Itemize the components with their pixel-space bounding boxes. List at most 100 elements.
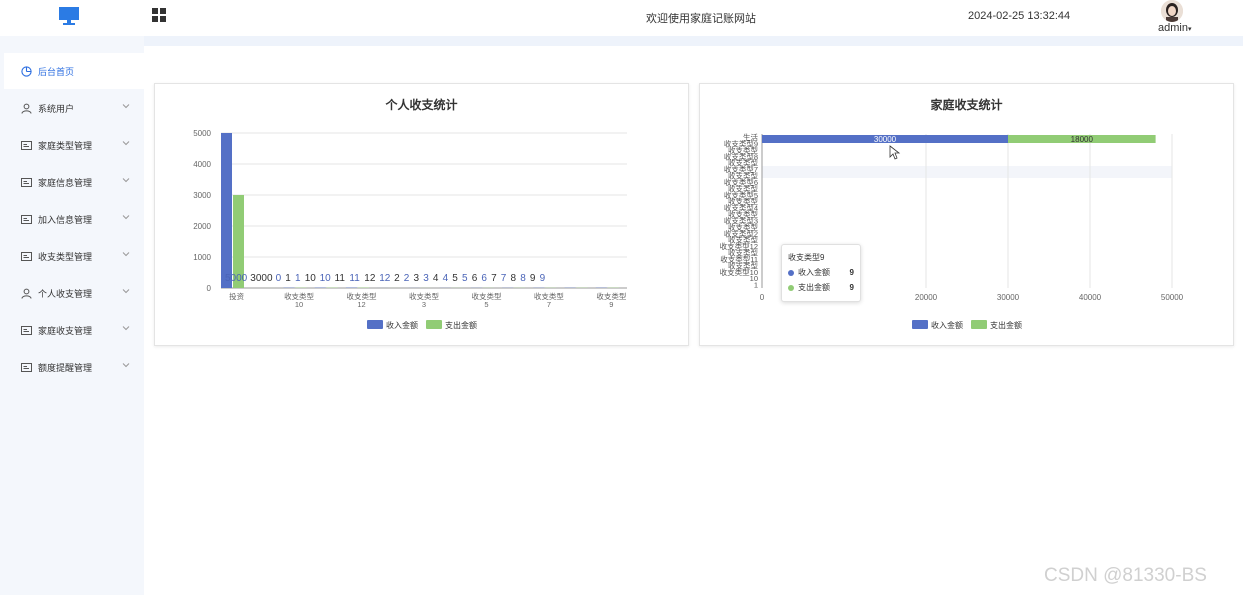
x-tick-label: 9	[609, 300, 613, 309]
data-label: 12	[379, 273, 391, 284]
tooltip-row-name: 收入金额	[798, 268, 830, 277]
list-card-icon	[21, 251, 32, 262]
y-tick-label: 1000	[193, 253, 211, 262]
chevron-down-icon	[122, 252, 130, 257]
sidebar-item-join-info[interactable]: 加入信息管理	[4, 201, 144, 237]
avatar[interactable]	[1161, 0, 1183, 22]
data-label: 3000	[250, 273, 273, 284]
mouse-cursor-icon	[889, 145, 901, 160]
chevron-down-icon	[122, 178, 130, 183]
user-icon	[21, 288, 32, 299]
list-card-icon	[21, 325, 32, 336]
y-tick-label: 2000	[193, 222, 211, 231]
chevron-down-icon	[122, 104, 130, 109]
current-datetime: 2024-02-25 13:32:44	[968, 10, 1071, 22]
x-tick-label: 10	[295, 300, 303, 309]
user-dropdown[interactable]: admin▾	[1158, 22, 1191, 34]
data-label: 7	[501, 273, 507, 284]
header-strip	[144, 36, 1243, 46]
data-label: 1	[285, 273, 291, 284]
sidebar-item-home[interactable]: 后台首页	[4, 53, 144, 89]
sidebar-item-label: 家庭信息管理	[38, 177, 93, 188]
welcome-text: 欢迎使用家庭记账网站	[646, 13, 756, 25]
data-label: 12	[364, 273, 376, 284]
clock-icon	[21, 65, 32, 77]
x-tick-label: 50000	[1161, 293, 1184, 302]
sidebar-item-label: 系统用户	[38, 103, 75, 114]
watermark: CSDN @81330-BS	[1044, 565, 1207, 586]
y-tick-label: 1	[754, 281, 758, 290]
family-stats-card: 家庭收支统计 0 20000 30000 40000 50000 生活 收支类型9 收支类型收…	[699, 83, 1234, 346]
data-label: 4	[433, 273, 439, 284]
list-card-icon	[21, 214, 32, 225]
personal-stats-chart[interactable]: 0100020003000400050005000 3000 0 1 1 10 10 11 11…	[155, 84, 688, 345]
sidebar-item-label: 家庭类型管理	[38, 140, 93, 151]
list-card-icon	[21, 140, 32, 151]
top-header: 欢迎使用家庭记账网站 2024-02-25 13:32:44 admin▾	[0, 0, 1243, 36]
sidebar-item-family-finance[interactable]: 家庭收支管理	[4, 312, 144, 348]
legend-swatch-expense	[426, 320, 442, 329]
data-label: 6	[472, 273, 478, 284]
data-label: 6	[481, 273, 487, 284]
sidebar-item-personal-finance[interactable]: 个人收支管理	[4, 275, 144, 311]
x-tick-label: 3	[422, 300, 426, 309]
data-label: 11	[349, 273, 360, 284]
tooltip-row-value: 9	[849, 268, 854, 277]
sidebar-item-label: 家庭收支管理	[38, 325, 93, 336]
tooltip-row-value: 9	[849, 283, 854, 292]
x-tick-label: 20000	[915, 293, 938, 302]
list-card-icon	[21, 362, 32, 373]
data-label: 3	[414, 273, 420, 284]
y-tick-label: 0	[207, 284, 212, 293]
income-dot	[788, 269, 794, 276]
tooltip-row-name: 支出金额	[798, 283, 830, 292]
sidebar-item-label: 个人收支管理	[38, 288, 93, 299]
sidebar-item-label: 收支类型管理	[38, 251, 93, 262]
legend-swatch-income	[912, 320, 928, 329]
legend-swatch-expense	[971, 320, 987, 329]
legend-label-income: 收入金额	[386, 320, 418, 330]
x-tick-label: 投资	[229, 291, 244, 301]
sidebar-item-label: 额度提醒管理	[38, 362, 93, 373]
x-tick-label: 12	[357, 300, 365, 309]
menu-grid-icon[interactable]	[152, 8, 166, 22]
sidebar-item-family-type[interactable]: 家庭类型管理	[4, 127, 144, 163]
user-icon	[21, 103, 32, 114]
data-label: 1	[295, 273, 301, 284]
data-label: 10	[305, 273, 317, 284]
data-label: 8	[511, 273, 517, 284]
tooltip-row: 收入金额 9	[788, 267, 854, 278]
data-label: 2	[394, 273, 400, 284]
y-tick-label: 3000	[193, 191, 211, 200]
tooltip-row: 支出金额 9	[788, 282, 854, 293]
data-label: 9	[530, 273, 536, 284]
tooltip-title: 收支类型9	[788, 253, 825, 262]
bar-income	[221, 133, 232, 288]
data-label: 8	[520, 273, 526, 284]
hover-band	[762, 166, 1172, 178]
y-tick-label: 5000	[193, 129, 211, 138]
sidebar-item-label: 加入信息管理	[38, 214, 93, 225]
x-tick-label: 0	[760, 293, 765, 302]
chevron-down-icon	[122, 289, 130, 294]
data-label: 7	[491, 273, 497, 284]
sidebar-item-family-info[interactable]: 家庭信息管理	[4, 164, 144, 200]
list-card-icon	[21, 177, 32, 188]
expense-dot	[788, 284, 794, 291]
data-label: 10	[320, 273, 332, 284]
caret-down-icon: ▾	[1187, 26, 1192, 33]
sidebar-item-quota-alert[interactable]: 额度提醒管理	[4, 349, 144, 385]
x-tick-label: 40000	[1079, 293, 1102, 302]
family-stats-chart[interactable]: 0 20000 30000 40000 50000生活收支类型9收支类型收支类型8收支类…	[700, 84, 1233, 345]
x-tick-label: 30000	[997, 293, 1020, 302]
data-label: 11	[335, 273, 346, 284]
legend-label-income: 收入金额	[931, 320, 963, 330]
data-label: 5	[462, 273, 468, 284]
data-label: 2	[404, 273, 410, 284]
data-label: 4	[443, 273, 449, 284]
personal-stats-card: 个人收支统计 0 1000 2000 3000 4000 5000 5000 3000 0 1 1 1…	[154, 83, 689, 346]
data-label: 9	[540, 273, 546, 284]
sidebar-item-label: 后台首页	[38, 66, 75, 77]
sidebar-item-transaction-type[interactable]: 收支类型管理	[4, 238, 144, 274]
sidebar-item-users[interactable]: 系统用户	[4, 90, 144, 126]
